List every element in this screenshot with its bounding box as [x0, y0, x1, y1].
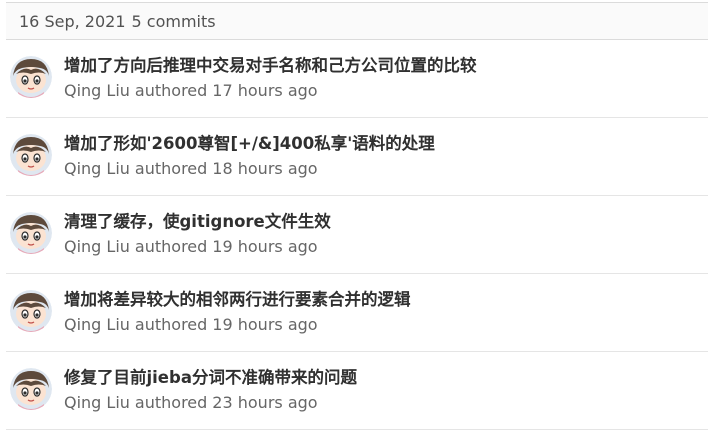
commit-meta: Qing Liu authored 23 hours ago	[64, 390, 357, 416]
avatar-icon	[10, 368, 52, 410]
commits-page: 16 Sep, 2021 5 commits 增加了方向后推理中交易对手名称和己…	[0, 0, 708, 435]
commit-time: 18 hours ago	[212, 159, 318, 178]
commit-action: authored	[134, 315, 208, 334]
commit-row: 增加将差异较大的相邻两行进行要素合并的逻辑 Qing Liu authored 19…	[6, 274, 708, 352]
commit-row: 修复了目前jieba分词不准确带来的问题 Qing Liu authored 23 …	[6, 352, 708, 430]
commit-time: 19 hours ago	[212, 315, 318, 334]
commit-row: 增加了形如'2600尊智[+/&]400私享'语料的处理 Qing Liu aut…	[6, 118, 708, 196]
commit-row: 增加了方向后推理中交易对手名称和己方公司位置的比较 Qing Liu author…	[6, 40, 708, 118]
commit-content: 增加将差异较大的相邻两行进行要素合并的逻辑 Qing Liu authored 19…	[64, 288, 411, 338]
commit-time: 17 hours ago	[212, 81, 318, 100]
commit-content: 增加了形如'2600尊智[+/&]400私享'语料的处理 Qing Liu aut…	[64, 132, 435, 182]
commit-title-link[interactable]: 增加了方向后推理中交易对手名称和己方公司位置的比较	[64, 54, 477, 78]
avatar-icon	[10, 290, 52, 332]
commit-action: authored	[134, 393, 208, 412]
commit-action: authored	[134, 81, 208, 100]
commit-author-link[interactable]: Qing Liu	[64, 315, 130, 334]
commit-title-link[interactable]: 清理了缓存，使gitignore文件生效	[64, 210, 331, 234]
commit-meta: Qing Liu authored 18 hours ago	[64, 156, 435, 182]
author-avatar[interactable]	[10, 56, 52, 98]
commit-title-link[interactable]: 修复了目前jieba分词不准确带来的问题	[64, 366, 357, 390]
avatar-icon	[10, 134, 52, 176]
commit-author-link[interactable]: Qing Liu	[64, 393, 130, 412]
commit-content: 修复了目前jieba分词不准确带来的问题 Qing Liu authored 23 …	[64, 366, 357, 416]
commit-time: 23 hours ago	[212, 393, 318, 412]
author-avatar[interactable]	[10, 134, 52, 176]
commit-list: 增加了方向后推理中交易对手名称和己方公司位置的比较 Qing Liu author…	[6, 40, 708, 430]
commit-title-link[interactable]: 增加了形如'2600尊智[+/&]400私享'语料的处理	[64, 132, 435, 156]
author-avatar[interactable]	[10, 212, 52, 254]
day-header-commit-count: 5 commits	[131, 11, 216, 31]
author-avatar[interactable]	[10, 290, 52, 332]
day-header-date: 16 Sep, 2021	[19, 11, 126, 31]
commit-meta: Qing Liu authored 19 hours ago	[64, 234, 331, 260]
avatar-icon	[10, 212, 52, 254]
commit-content: 清理了缓存，使gitignore文件生效 Qing Liu authored 19 …	[64, 210, 331, 260]
commit-meta: Qing Liu authored 17 hours ago	[64, 78, 477, 104]
day-header: 16 Sep, 2021 5 commits	[6, 2, 708, 40]
commit-author-link[interactable]: Qing Liu	[64, 81, 130, 100]
commit-author-link[interactable]: Qing Liu	[64, 159, 130, 178]
commit-action: authored	[134, 159, 208, 178]
commit-time: 19 hours ago	[212, 237, 318, 256]
avatar-icon	[10, 56, 52, 98]
commit-action: authored	[134, 237, 208, 256]
author-avatar[interactable]	[10, 368, 52, 410]
commit-meta: Qing Liu authored 19 hours ago	[64, 312, 411, 338]
commit-title-link[interactable]: 增加将差异较大的相邻两行进行要素合并的逻辑	[64, 288, 411, 312]
commit-content: 增加了方向后推理中交易对手名称和己方公司位置的比较 Qing Liu author…	[64, 54, 477, 104]
commit-row: 清理了缓存，使gitignore文件生效 Qing Liu authored 19 …	[6, 196, 708, 274]
commit-author-link[interactable]: Qing Liu	[64, 237, 130, 256]
